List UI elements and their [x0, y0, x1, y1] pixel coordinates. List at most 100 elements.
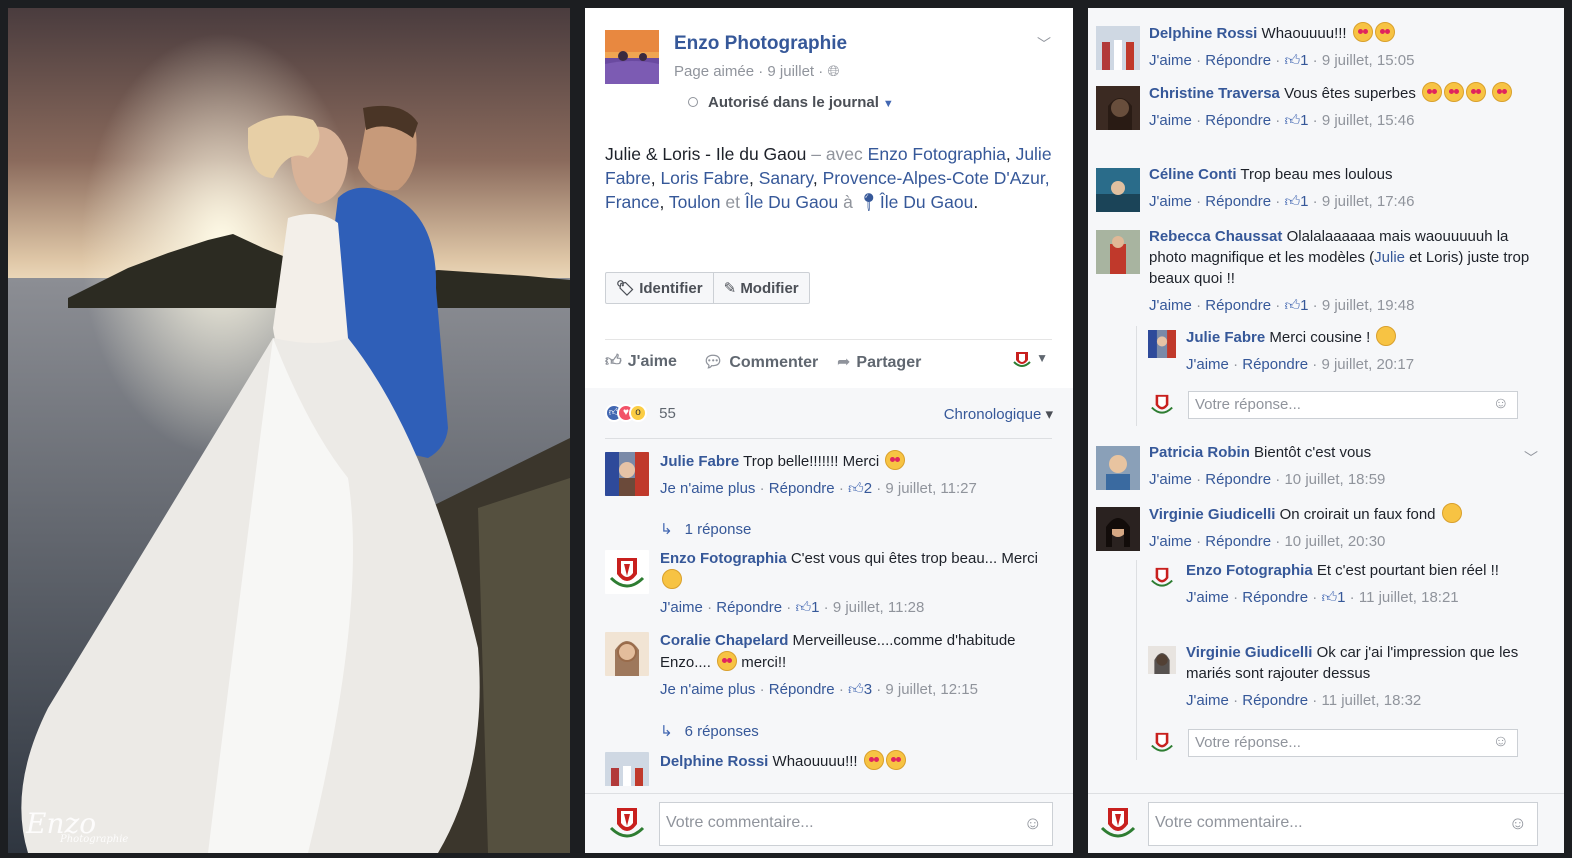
comment-time[interactable]: 9 juillet, 11:28 [833, 599, 924, 616]
edit-button[interactable]: ✎ Modifier [712, 273, 809, 303]
comment-input[interactable]: Votre commentaire... ☺ [1148, 802, 1538, 846]
avatar[interactable] [1096, 168, 1140, 212]
reply-input[interactable]: Votre réponse... ☺ [1188, 391, 1518, 419]
thumbs-up-icon[interactable]: 👍︎ [795, 599, 811, 616]
unlike-link[interactable]: Je n'aime plus [660, 480, 755, 497]
reply-link[interactable]: Répondre [769, 681, 835, 698]
comment-author[interactable]: Virginie Giudicelli [1186, 644, 1312, 661]
avatar[interactable] [1096, 446, 1140, 490]
thumbs-up-icon[interactable]: 👍︎ [1284, 52, 1300, 69]
avatar[interactable] [605, 550, 649, 594]
emoji-picker-icon[interactable]: ☺ [1509, 813, 1527, 834]
share-action[interactable]: ➦ Partager [837, 352, 921, 372]
comment-author[interactable]: Patricia Robin [1149, 444, 1250, 461]
identity-selector[interactable]: ▼ [1010, 348, 1048, 370]
comment-time[interactable]: 9 juillet, 20:17 [1321, 356, 1414, 373]
avatar[interactable] [1096, 802, 1140, 846]
view-replies-link[interactable]: ↳ 1 réponse [660, 520, 751, 538]
comment-time[interactable]: 9 juillet, 19:48 [1322, 297, 1415, 314]
comment-author[interactable]: Delphine Rossi [660, 753, 768, 770]
reply-link[interactable]: Répondre [1205, 297, 1271, 314]
page-avatar[interactable] [605, 30, 659, 84]
like-count[interactable]: 1 [1337, 589, 1345, 606]
comment-options-chevron-icon[interactable]: ﹀ [1524, 448, 1538, 468]
avatar[interactable] [1096, 26, 1140, 70]
avatar[interactable] [1096, 86, 1140, 130]
comment-time[interactable]: 9 juillet, 15:46 [1322, 112, 1415, 129]
thumbs-up-icon[interactable]: 👍︎ [848, 480, 864, 497]
comment-time[interactable]: 9 juillet, 11:27 [885, 480, 976, 497]
comment-author[interactable]: Delphine Rossi [1149, 25, 1257, 42]
tag-link[interactable]: Île Du Gaou [745, 192, 838, 212]
avatar[interactable] [1148, 330, 1176, 358]
reply-link[interactable]: Répondre [769, 480, 835, 497]
reply-link[interactable]: Répondre [1205, 112, 1271, 129]
like-link[interactable]: J'aime [1186, 589, 1229, 606]
thumbs-up-icon[interactable]: 👍︎ [1284, 112, 1300, 129]
like-count[interactable]: 2 [864, 480, 872, 497]
comment-time[interactable]: 9 juillet, 15:05 [1322, 52, 1415, 69]
like-count[interactable]: 1 [1300, 52, 1308, 69]
thumbs-up-icon[interactable]: 👍︎ [1284, 193, 1300, 210]
unlike-link[interactable]: Je n'aime plus [660, 681, 755, 698]
reply-link[interactable]: Répondre [1205, 533, 1271, 550]
timeline-visibility[interactable]: Autorisé dans le journal ▼ [688, 94, 894, 111]
reply-link[interactable]: Répondre [1242, 356, 1308, 373]
reply-link[interactable]: Répondre [1205, 193, 1271, 210]
like-count[interactable]: 1 [1300, 297, 1308, 314]
avatar[interactable] [605, 452, 649, 496]
tag-link[interactable]: Enzo Fotographia [868, 144, 1006, 164]
reply-link[interactable]: Répondre [716, 599, 782, 616]
comment-author[interactable]: Enzo Fotographia [1186, 562, 1313, 579]
like-link[interactable]: J'aime [1186, 356, 1229, 373]
reply-link[interactable]: Répondre [1242, 589, 1308, 606]
avatar[interactable] [1148, 564, 1176, 592]
avatar[interactable] [1148, 646, 1176, 674]
like-count[interactable]: 1 [811, 599, 819, 616]
like-count[interactable]: 3 [864, 681, 872, 698]
comment-time[interactable]: 10 juillet, 18:59 [1284, 471, 1385, 488]
comment-author[interactable]: Virginie Giudicelli [1149, 506, 1275, 523]
emoji-picker-icon[interactable]: ☺ [1024, 813, 1042, 834]
like-link[interactable]: J'aime [1186, 692, 1229, 709]
avatar[interactable] [605, 802, 649, 846]
avatar[interactable] [1096, 507, 1140, 551]
tag-button[interactable]: 🏷︎ Identifier [606, 273, 713, 303]
comment-author[interactable]: Rebecca Chaussat [1149, 228, 1282, 245]
like-link[interactable]: J'aime [1149, 533, 1192, 550]
view-replies-link[interactable]: ↳ 6 réponses [660, 722, 759, 740]
like-link[interactable]: J'aime [1149, 471, 1192, 488]
comment-time[interactable]: 10 juillet, 20:30 [1284, 533, 1385, 550]
reply-link[interactable]: Répondre [1205, 52, 1271, 69]
reply-link[interactable]: Répondre [1205, 471, 1271, 488]
comment-input[interactable]: Votre commentaire... ☺ [659, 802, 1053, 846]
post-options-chevron-icon[interactable]: ﹀ [1037, 34, 1051, 54]
avatar[interactable] [1148, 729, 1176, 757]
like-count[interactable]: 1 [1300, 193, 1308, 210]
comment-time[interactable]: 9 juillet, 17:46 [1322, 193, 1415, 210]
comment-author[interactable]: Coralie Chapelard [660, 632, 788, 649]
tag-link[interactable]: Toulon [669, 192, 721, 212]
comment-time[interactable]: 11 juillet, 18:32 [1321, 692, 1421, 709]
comment-time[interactable]: 9 juillet, 12:15 [885, 681, 978, 698]
mention-link[interactable]: Julie [1374, 249, 1405, 266]
like-link[interactable]: J'aime [1149, 112, 1192, 129]
comment-author[interactable]: Enzo Fotographia [660, 550, 787, 567]
avatar[interactable] [605, 752, 649, 786]
page-name[interactable]: Enzo Photographie [674, 33, 847, 55]
tag-link[interactable]: Loris Fabre [660, 168, 749, 188]
comment-time[interactable]: 11 juillet, 18:21 [1359, 589, 1459, 606]
thumbs-up-icon[interactable]: 👍︎ [1284, 297, 1300, 314]
location-link[interactable]: Île Du Gaou [880, 192, 973, 212]
like-count[interactable]: 1 [1300, 112, 1308, 129]
comment-author[interactable]: Julie Fabre [1186, 329, 1265, 346]
reply-link[interactable]: Répondre [1242, 692, 1308, 709]
avatar[interactable] [1148, 391, 1176, 419]
tag-link[interactable]: Sanary [759, 168, 813, 188]
thumbs-up-icon[interactable]: 👍︎ [848, 681, 864, 698]
emoji-picker-icon[interactable]: ☺ [1493, 733, 1509, 751]
comment-action[interactable]: 💬︎ Commenter [703, 352, 818, 372]
like-action[interactable]: 👍︎ J'aime [605, 352, 677, 371]
like-link[interactable]: J'aime [660, 599, 703, 616]
avatar[interactable] [1096, 230, 1140, 274]
